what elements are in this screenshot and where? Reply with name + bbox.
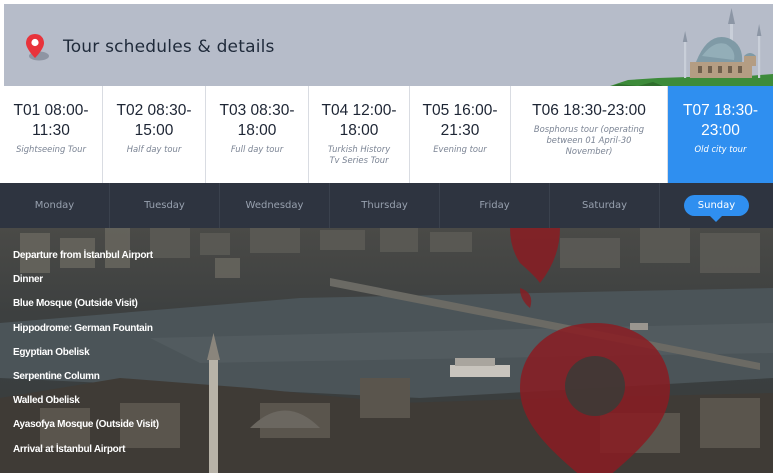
day-label: Monday bbox=[34, 200, 75, 211]
tour-description: Half day tour bbox=[126, 144, 182, 154]
tour-description: Bosphorus tour (operating between 01 Apr… bbox=[533, 124, 645, 156]
tab-saturday[interactable]: Saturday bbox=[550, 183, 660, 228]
tour-description: Evening tour bbox=[433, 144, 487, 154]
tour-code: 11:30 bbox=[32, 122, 70, 139]
tour-description: Sightseeing Tour bbox=[16, 144, 86, 154]
tour-code: T02 08:30- bbox=[116, 102, 192, 119]
page-header: Tour schedules & details bbox=[0, 0, 773, 90]
itinerary-item: Arrival at İstanbul Airport bbox=[13, 443, 126, 455]
tour-description: Turkish History Tv Series Tour bbox=[327, 144, 391, 165]
tour-card-t03[interactable]: T03 08:30- 18:00 Full day tour bbox=[206, 86, 309, 183]
itinerary-item: Departure from İstanbul Airport bbox=[13, 250, 153, 261]
day-tabs: Monday Tuesday Wednesday Thursday Friday… bbox=[0, 183, 773, 228]
itinerary-item: Hippodrome: German Fountain bbox=[13, 322, 153, 334]
map-pin-icon bbox=[26, 34, 49, 61]
tour-code: T01 08:00- bbox=[13, 102, 89, 119]
tab-friday[interactable]: Friday bbox=[440, 183, 550, 228]
tour-card-t01[interactable]: T01 08:00- 11:30 Sightseeing Tour bbox=[0, 86, 103, 183]
tour-code: 18:00 bbox=[339, 122, 379, 139]
tour-code: 18:00 bbox=[237, 122, 277, 139]
tour-card-t04[interactable]: T04 12:00- 18:00 Turkish History Tv Seri… bbox=[309, 86, 410, 183]
page-title: Tour schedules & details bbox=[63, 37, 275, 57]
itinerary-list: Departure from İstanbul Airport Dinner B… bbox=[13, 244, 159, 462]
day-label: Tuesday bbox=[144, 200, 185, 211]
tour-description: Old city tour bbox=[694, 144, 747, 154]
tour-card-t07[interactable]: T07 18:30- 23:00 Old city tour bbox=[668, 86, 773, 183]
day-label: Wednesday bbox=[245, 200, 304, 211]
itinerary-item: Dinner bbox=[13, 274, 43, 286]
tab-sunday[interactable]: Sunday bbox=[660, 183, 773, 228]
tour-code: T06 18:30-23:00 bbox=[532, 102, 646, 119]
tour-code: 23:00 bbox=[701, 122, 740, 139]
tab-thursday[interactable]: Thursday bbox=[330, 183, 440, 228]
tour-code: 21:30 bbox=[440, 122, 480, 139]
day-label: Thursday bbox=[361, 200, 408, 211]
tour-code: 15:00 bbox=[134, 122, 174, 139]
tour-description: Full day tour bbox=[230, 144, 284, 154]
tour-code: T03 08:30- bbox=[219, 102, 295, 119]
itinerary-item: Serpentine Column bbox=[13, 370, 100, 382]
tour-code: T05 16:00- bbox=[422, 102, 498, 119]
tab-tuesday[interactable]: Tuesday bbox=[110, 183, 220, 228]
tour-card-t02[interactable]: T02 08:30- 15:00 Half day tour bbox=[103, 86, 206, 183]
tour-cards: T01 08:00- 11:30 Sightseeing Tour T02 08… bbox=[0, 86, 773, 183]
itinerary-item: Walled Obelisk bbox=[13, 395, 80, 407]
mosque-illustration bbox=[598, 8, 773, 90]
tour-code: T04 12:00- bbox=[321, 102, 397, 119]
tour-card-t06[interactable]: T06 18:30-23:00 Bosphorus tour (operatin… bbox=[511, 86, 668, 183]
tour-card-t05[interactable]: T05 16:00- 21:30 Evening tour bbox=[410, 86, 511, 183]
day-label: Saturday bbox=[581, 200, 628, 211]
tab-monday[interactable]: Monday bbox=[0, 183, 110, 228]
tour-code: T07 18:30- bbox=[683, 102, 758, 119]
tab-wednesday[interactable]: Wednesday bbox=[220, 183, 330, 228]
itinerary-item: Ayasofya Mosque (Outside Visit) bbox=[13, 419, 159, 431]
itinerary-item: Blue Mosque (Outside Visit) bbox=[13, 298, 138, 310]
day-label: Friday bbox=[479, 200, 510, 211]
itinerary-item: Egyptian Obelisk bbox=[13, 346, 90, 358]
day-label-selected: Sunday bbox=[683, 195, 750, 222]
